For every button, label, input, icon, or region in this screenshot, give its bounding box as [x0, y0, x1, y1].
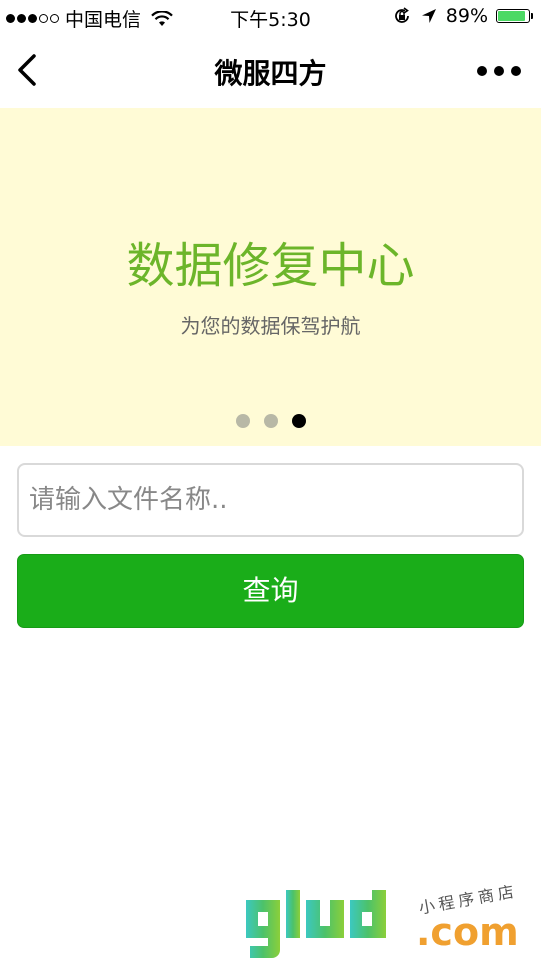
battery-percent: 89%: [445, 5, 488, 27]
watermark: 小程序商店 .com: [240, 880, 540, 960]
banner-subtitle: 为您的数据保驾护航: [180, 314, 361, 338]
more-dots-icon: [494, 66, 504, 76]
watermark-logo: [240, 880, 410, 960]
location-icon: [421, 9, 436, 23]
more-dots-icon: [511, 66, 521, 76]
status-bar: 中国电信 下午5:30 89%: [0, 0, 541, 34]
carousel-dot[interactable]: [263, 414, 278, 428]
status-right: 89%: [392, 5, 533, 27]
banner-carousel[interactable]: 数据修复中心 为您的数据保驾护航: [0, 108, 541, 446]
watermark-domain: .com: [416, 910, 519, 954]
file-name-input[interactable]: [17, 463, 524, 537]
more-button[interactable]: [477, 64, 521, 78]
carousel-pager: [0, 414, 541, 428]
nav-bar: 微服四方: [0, 34, 541, 108]
banner-title: 数据修复中心: [126, 238, 415, 294]
page-title: 微服四方: [214, 57, 327, 90]
battery-icon: [496, 9, 533, 23]
more-dots-icon: [477, 66, 487, 76]
carousel-dot[interactable]: [291, 414, 306, 428]
carousel-dot[interactable]: [235, 414, 250, 428]
orientation-lock-icon: [394, 7, 409, 23]
query-button[interactable]: 查询: [17, 554, 524, 628]
